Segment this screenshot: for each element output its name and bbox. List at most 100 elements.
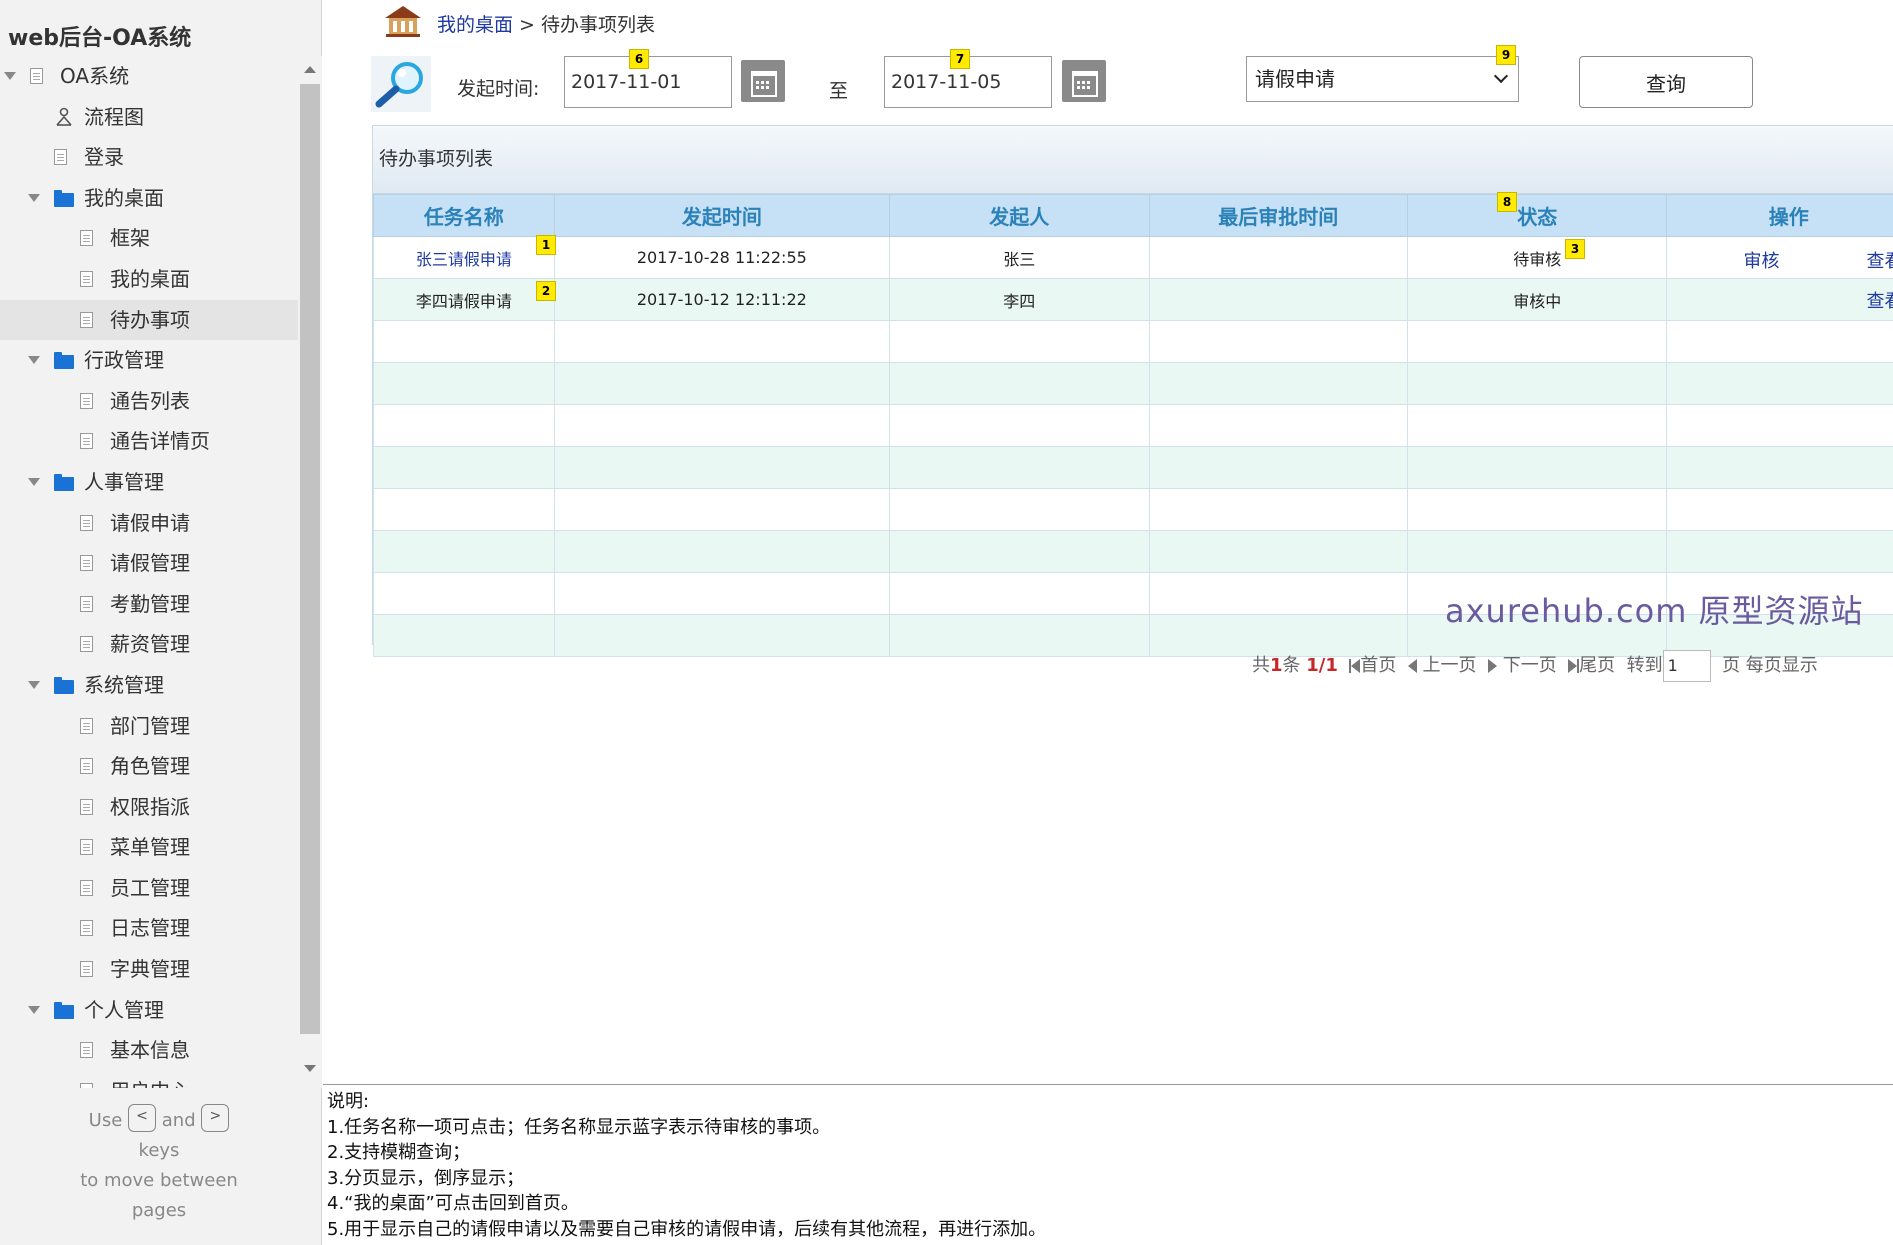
sidebar-item[interactable]: 待办事项: [0, 299, 298, 341]
table-row: [373, 446, 1893, 489]
scroll-up-arrow-icon[interactable]: [304, 66, 316, 73]
table-row: [373, 362, 1893, 405]
page-icon: [80, 1082, 93, 1088]
page-number-input[interactable]: 1: [1662, 650, 1711, 682]
expand-arrow-icon[interactable]: [4, 72, 16, 80]
prev-page-link[interactable]: 上一页: [1423, 655, 1477, 676]
column-header-task: 任务名称: [373, 194, 555, 237]
sidebar-item[interactable]: 行政管理: [0, 340, 298, 381]
watermark-text: axurehub.com 原型资源站: [1445, 592, 1864, 630]
sidebar-item-label: 登录: [84, 145, 124, 170]
sidebar-item[interactable]: 日志管理: [0, 908, 298, 949]
sidebar-item-label: 请假管理: [110, 551, 190, 576]
sidebar-item[interactable]: 权限指派: [0, 787, 298, 828]
table-row: [373, 488, 1893, 531]
sidebar-item-label: 基本信息: [110, 1038, 190, 1063]
sidebar-item[interactable]: 系统管理: [0, 665, 298, 706]
sidebar-item-label: 部门管理: [110, 713, 190, 738]
start-time-label: 发起时间:: [457, 78, 540, 100]
scroll-down-arrow-icon[interactable]: [304, 1065, 316, 1072]
actions-cell: 审核 查看: [1666, 236, 1893, 279]
sidebar-scrollbar[interactable]: [298, 56, 322, 1088]
scrollbar-thumb[interactable]: [300, 84, 320, 1034]
home-icon[interactable]: [383, 4, 423, 38]
table-row: 张三请假申请 2017-10-28 11:22:55 张三 待审核 审核 查看: [373, 236, 1893, 279]
badge-9: 9: [1496, 45, 1516, 65]
sidebar-item[interactable]: 角色管理: [0, 746, 298, 787]
page-icon: [80, 636, 93, 653]
sidebar-item[interactable]: 请假管理: [0, 543, 298, 584]
notes-line: 3.分页显示，倒序显示；: [327, 1167, 525, 1189]
next-page-icon[interactable]: [1487, 659, 1497, 673]
page-icon: [80, 798, 93, 815]
sidebar-item-label: 请假申请: [110, 510, 190, 535]
sidebar-item[interactable]: 流程图: [0, 97, 298, 138]
expand-arrow-icon[interactable]: [28, 193, 40, 202]
page-icon: [80, 920, 93, 937]
sidebar-item[interactable]: OA系统: [0, 56, 298, 97]
sidebar-item[interactable]: 框架: [0, 218, 298, 259]
sidebar-item[interactable]: 字典管理: [0, 949, 298, 990]
prev-page-icon[interactable]: [1407, 659, 1417, 673]
notes-line: 2.支持模糊查询；: [327, 1142, 471, 1164]
start-calendar-icon[interactable]: [741, 60, 785, 102]
expand-arrow-icon[interactable]: [28, 1005, 40, 1014]
key-hint-use: Use: [88, 1110, 123, 1131]
page-icon: [80, 230, 93, 247]
folder-icon: [54, 352, 74, 370]
badge-8: 8: [1497, 192, 1517, 212]
sidebar-item[interactable]: 请假申请: [0, 503, 298, 544]
breadcrumb-home-link[interactable]: 我的桌面: [437, 14, 513, 36]
view-link[interactable]: 查看: [1866, 287, 1893, 313]
column-header-initiator: 发起人: [889, 194, 1150, 237]
task-name-link[interactable]: 张三请假申请: [416, 250, 512, 269]
type-select-value: 请假申请: [1255, 67, 1335, 91]
first-page-link[interactable]: 首页: [1360, 655, 1396, 676]
sidebar-item[interactable]: 我的桌面: [0, 178, 298, 219]
page-icon: [80, 717, 93, 734]
sidebar-item-label: 行政管理: [84, 348, 164, 373]
panel-title: 待办事项列表: [373, 126, 1893, 194]
query-button[interactable]: 查询: [1579, 56, 1753, 108]
task-name-link[interactable]: 李四请假申请: [416, 292, 512, 311]
sidebar-item-label: 系统管理: [84, 672, 164, 697]
sidebar-item[interactable]: 登录: [0, 137, 298, 178]
table-row: [373, 530, 1893, 573]
sidebar-item[interactable]: 菜单管理: [0, 827, 298, 868]
sidebar-item-label: 角色管理: [110, 754, 190, 779]
sidebar-item[interactable]: 人事管理: [0, 462, 298, 503]
application-type-select[interactable]: 请假申请: [1246, 56, 1519, 102]
expand-arrow-icon[interactable]: [28, 477, 40, 486]
review-link[interactable]: 审核: [1743, 247, 1779, 273]
sidebar-item[interactable]: 我的桌面: [0, 259, 298, 300]
sidebar-item[interactable]: 个人管理: [0, 990, 298, 1031]
sidebar-item[interactable]: 员工管理: [0, 868, 298, 909]
sidebar-item-label: 人事管理: [84, 469, 164, 494]
task-name-cell[interactable]: 张三请假申请: [373, 236, 555, 279]
status-cell: 待审核: [1406, 236, 1668, 279]
column-header-time: 发起时间: [553, 194, 891, 237]
sidebar-item[interactable]: 通告详情页: [0, 421, 298, 462]
sidebar-item[interactable]: 通告列表: [0, 381, 298, 422]
magnifier-icon: [371, 56, 431, 112]
notes-title: 说明:: [327, 1091, 370, 1112]
breadcrumb-separator: >: [513, 14, 542, 36]
last-page-link[interactable]: 尾页: [1579, 655, 1615, 676]
task-name-cell[interactable]: 李四请假申请: [373, 278, 555, 321]
pager-total-prefix: 共: [1252, 655, 1270, 676]
expand-arrow-icon[interactable]: [28, 680, 40, 689]
sidebar-item[interactable]: 部门管理: [0, 706, 298, 747]
sidebar-item[interactable]: 考勤管理: [0, 584, 298, 625]
sidebar: web后台-OA系统 OA系统 流程图 登录 我的桌面 框架 我的桌面 待办事项 行政管理 通告…: [0, 0, 322, 1245]
sidebar-item[interactable]: 用户中心: [0, 1071, 298, 1088]
sidebar-item[interactable]: 基本信息: [0, 1030, 298, 1071]
expand-arrow-icon[interactable]: [28, 356, 40, 365]
view-link[interactable]: 查看: [1866, 247, 1893, 273]
notes-line: 4.“我的桌面”可点击回到首页。: [327, 1193, 579, 1215]
page-icon: [80, 879, 93, 896]
end-calendar-icon[interactable]: [1062, 60, 1106, 102]
last-page-icon[interactable]: [1568, 659, 1578, 673]
page-icon: [80, 758, 93, 775]
sidebar-item[interactable]: 薪资管理: [0, 624, 298, 665]
next-page-link[interactable]: 下一页: [1503, 655, 1557, 676]
